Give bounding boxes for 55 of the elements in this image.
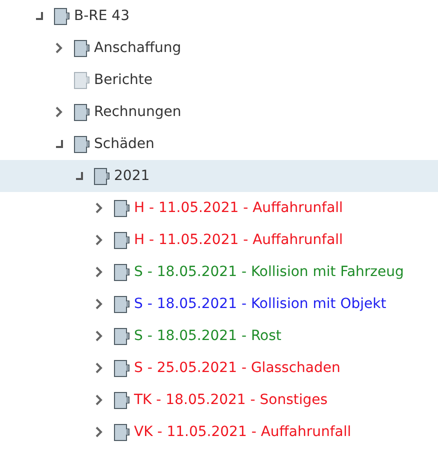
expand-chevron-icon[interactable] [55, 106, 63, 118]
collapse-toggle[interactable] [54, 139, 64, 149]
node-label: Berichte [94, 70, 153, 90]
node-label: Rechnungen [94, 102, 182, 122]
tree-row[interactable]: S - 18.05.2021 - Kollision mit Fahrzeug [0, 256, 438, 288]
node-label: 2021 [114, 166, 150, 186]
tree-row[interactable]: H - 11.05.2021 - Auffahrunfall [0, 192, 438, 224]
tree-row[interactable]: Rechnungen [0, 96, 438, 128]
node-label: S - 18.05.2021 - Kollision mit Fahrzeug [134, 262, 404, 282]
expand-chevron-icon[interactable] [95, 362, 103, 374]
node-label: S - 25.05.2021 - Glasschaden [134, 358, 340, 378]
expand-chevron-icon[interactable] [95, 234, 103, 246]
folder-icon [114, 392, 130, 408]
tree-row[interactable]: VK - 11.05.2021 - Auffahrunfall [0, 416, 438, 448]
tree-row[interactable]: B-RE 43 [0, 0, 438, 32]
folder-icon [74, 136, 90, 152]
node-label: B-RE 43 [74, 6, 130, 26]
node-label: S - 18.05.2021 - Kollision mit Objekt [134, 294, 386, 314]
node-label: VK - 11.05.2021 - Auffahrunfall [134, 422, 352, 442]
expand-chevron-icon[interactable] [55, 42, 63, 54]
expand-chevron-icon[interactable] [95, 330, 103, 342]
tree-row[interactable]: Anschaffung [0, 32, 438, 64]
tree-row[interactable]: H - 11.05.2021 - Auffahrunfall [0, 224, 438, 256]
expand-chevron-icon[interactable] [95, 426, 103, 438]
folder-icon [114, 296, 130, 312]
expand-chevron-icon[interactable] [95, 202, 103, 214]
node-label: S - 18.05.2021 - Rost [134, 326, 282, 346]
node-label: TK - 18.05.2021 - Sonstiges [134, 390, 328, 410]
folder-icon [94, 168, 110, 184]
folder-icon [114, 328, 130, 344]
tree-row[interactable]: TK - 18.05.2021 - Sonstiges [0, 384, 438, 416]
folder-icon [114, 424, 130, 440]
folder-icon [74, 40, 90, 56]
folder-icon [54, 8, 70, 24]
folder-icon [114, 360, 130, 376]
folder-icon [114, 264, 130, 280]
tree-row[interactable]: 2021 [0, 160, 438, 192]
collapse-toggle[interactable] [34, 11, 44, 21]
expand-chevron-icon[interactable] [95, 266, 103, 278]
tree-row[interactable]: S - 18.05.2021 - Rost [0, 320, 438, 352]
node-label: H - 11.05.2021 - Auffahrunfall [134, 198, 343, 218]
tree-row[interactable]: S - 25.05.2021 - Glasschaden [0, 352, 438, 384]
page-icon [74, 72, 90, 88]
collapse-toggle[interactable] [74, 171, 84, 181]
expand-chevron-icon[interactable] [95, 394, 103, 406]
node-label: H - 11.05.2021 - Auffahrunfall [134, 230, 343, 250]
tree-row[interactable]: S - 18.05.2021 - Kollision mit Objekt [0, 288, 438, 320]
node-label: Anschaffung [94, 38, 182, 58]
tree-row[interactable]: Schäden [0, 128, 438, 160]
tree-row[interactable]: Berichte [0, 64, 438, 96]
node-label: Schäden [94, 134, 154, 154]
folder-icon [114, 200, 130, 216]
expand-chevron-icon[interactable] [95, 298, 103, 310]
folder-icon [74, 104, 90, 120]
folder-icon [114, 232, 130, 248]
